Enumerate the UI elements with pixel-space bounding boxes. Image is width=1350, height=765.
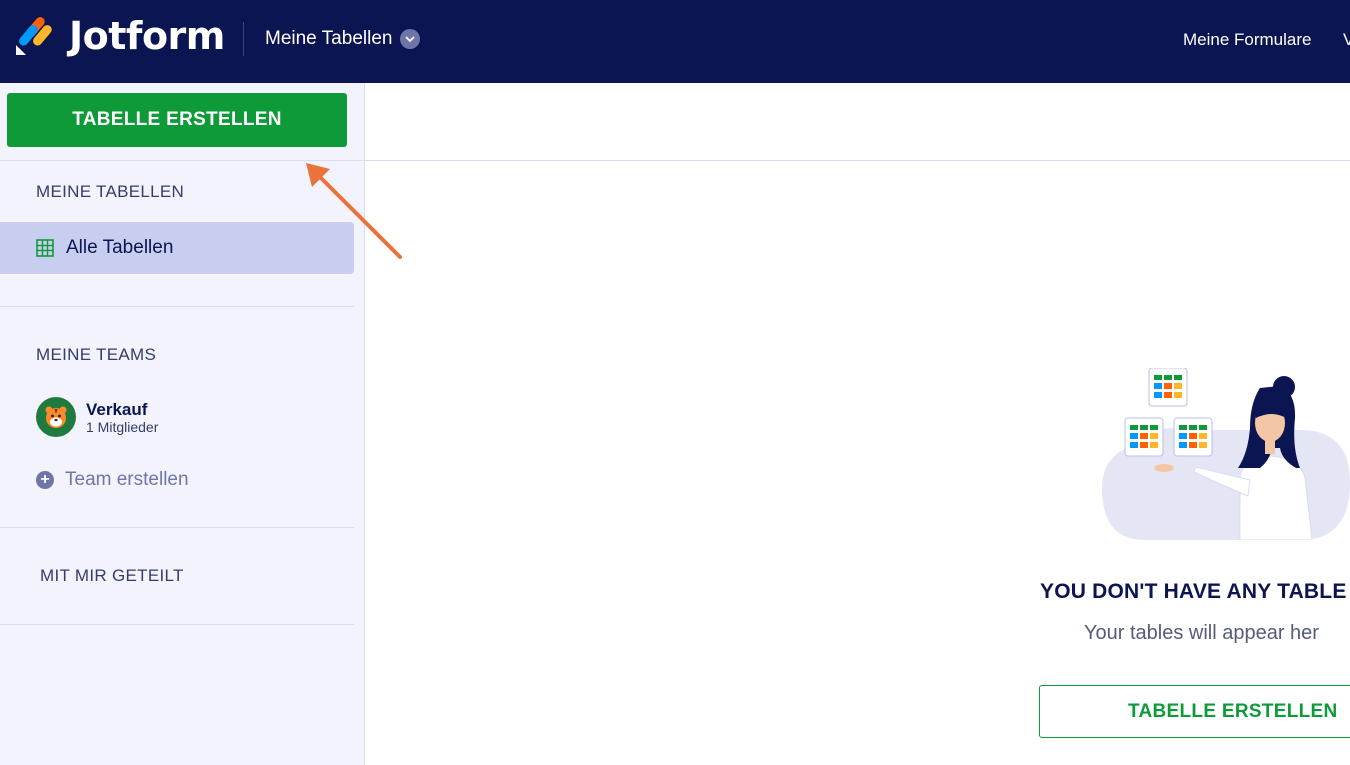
brand-name[interactable]: Jotform	[69, 14, 225, 58]
my-forms-link[interactable]: Meine Formulare	[1183, 30, 1312, 50]
main-header-divider	[365, 160, 1350, 161]
my-tables-heading: MEINE TABELLEN	[36, 182, 185, 201]
empty-state-subtitle: Your tables will appear her	[1084, 622, 1319, 644]
team-name: Verkauf	[86, 399, 148, 419]
team-item-verkauf[interactable]: Verkauf 1 Mitglieder	[36, 397, 158, 437]
divider	[0, 527, 354, 528]
team-member-count: 1 Mitglieder	[86, 418, 159, 435]
divider	[0, 624, 354, 625]
annotation-arrow-icon	[306, 163, 402, 259]
sidebar-item-label: Alle Tabellen	[66, 237, 174, 258]
table-card-top	[1148, 368, 1188, 407]
tables-menu-label: Meine Tabellen	[265, 28, 393, 49]
table-card-left	[1124, 417, 1164, 457]
create-team-label: Team erstellen	[65, 469, 189, 490]
table-card-right	[1173, 417, 1213, 457]
tables-menu-dropdown[interactable]: Meine Tabellen	[265, 28, 421, 50]
topbar-divider	[243, 22, 244, 56]
chevron-down-icon	[400, 29, 421, 49]
my-teams-heading: MEINE TEAMS	[36, 345, 157, 364]
create-team-button[interactable]: + Team erstellen	[36, 469, 189, 491]
tiger-avatar-icon	[36, 397, 76, 437]
empty-state-create-table-button[interactable]: TABELLE ERSTELLEN	[1039, 685, 1350, 738]
empty-state-illustration	[1102, 368, 1350, 540]
shared-with-me-heading[interactable]: MIT MIR GETEILT	[40, 566, 184, 586]
top-navigation-bar: Jotform Meine Tabellen Meine Formulare V	[0, 0, 1350, 83]
jotform-logo-icon[interactable]	[14, 15, 54, 57]
table-grid-icon	[36, 239, 54, 257]
empty-state-title: YOU DON'T HAVE ANY TABLE	[1040, 580, 1347, 603]
truncated-nav-item[interactable]: V	[1343, 30, 1350, 50]
create-table-button[interactable]: TABELLE ERSTELLEN	[7, 93, 347, 147]
plus-circle-icon: +	[36, 471, 54, 489]
divider	[0, 306, 354, 307]
